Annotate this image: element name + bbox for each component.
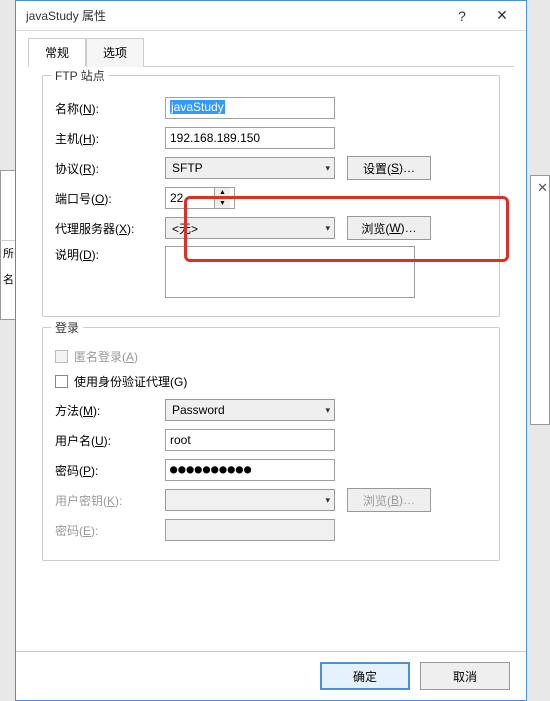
user-label: 用户名(U): [55, 432, 165, 449]
port-input[interactable] [166, 188, 214, 208]
window-title: javaStudy 属性 [26, 7, 442, 24]
close-button[interactable]: ✕ [482, 2, 522, 30]
bg-close-icon: ✕ [537, 180, 548, 196]
ftp-group: FTP 站点 名称(N): javaStudy 主机(H): 协议(R): SF… [42, 75, 500, 317]
host-label: 主机(H): [55, 130, 165, 147]
properties-dialog: javaStudy 属性 ? ✕ 常规 选项 FTP 站点 名称(N): jav… [15, 0, 527, 701]
pwd2-label: 密码(E): [55, 522, 165, 539]
name-input[interactable]: javaStudy [165, 97, 335, 119]
useauth-checkbox-row[interactable]: 使用身份验证代理(G) [55, 373, 487, 390]
chevron-down-icon: ▾ [325, 405, 330, 416]
pwd-input[interactable]: ●●●●●●●●●● [165, 459, 335, 481]
useauth-label: 使用身份验证代理(G) [74, 373, 187, 390]
cancel-button[interactable]: 取消 [420, 662, 510, 690]
pwd2-input [165, 519, 335, 541]
anon-checkbox-row[interactable]: 匿名登录(A) [55, 348, 487, 365]
name-label: 名称(N): [55, 100, 165, 117]
titlebar: javaStudy 属性 ? ✕ [16, 1, 526, 31]
user-input[interactable] [165, 429, 335, 451]
chevron-down-icon: ▾ [325, 223, 330, 234]
checkbox-icon [55, 350, 68, 363]
dialog-footer: 确定 取消 [16, 651, 526, 700]
port-spinner[interactable]: ▲ ▼ [165, 187, 235, 209]
protocol-select[interactable]: SFTP ▾ [165, 157, 335, 179]
proxy-select[interactable]: <无> ▾ [165, 217, 335, 239]
pwd-label: 密码(P): [55, 462, 165, 479]
tabs: 常规 选项 [28, 37, 514, 67]
method-value: Password [172, 403, 225, 417]
tab-options[interactable]: 选项 [86, 38, 144, 67]
host-input[interactable] [165, 127, 335, 149]
method-label: 方法(M): [55, 402, 165, 419]
userkey-select: ▾ [165, 489, 335, 511]
login-legend: 登录 [51, 319, 83, 336]
login-group: 登录 匿名登录(A) 使用身份验证代理(G) 方法(M): Password ▾… [42, 327, 500, 561]
userkey-label: 用户密钥(K): [55, 492, 165, 509]
ftp-legend: FTP 站点 [51, 67, 109, 84]
protocol-label: 协议(R): [55, 160, 165, 177]
chevron-down-icon: ▾ [325, 495, 330, 506]
port-label: 端口号(O): [55, 190, 165, 207]
background-panel-right [530, 175, 550, 425]
desc-textarea[interactable] [165, 246, 415, 298]
port-up-icon[interactable]: ▲ [215, 188, 230, 199]
browse2-button: 浏览(B)… [347, 488, 431, 512]
ok-button[interactable]: 确定 [320, 662, 410, 690]
proxy-label: 代理服务器(X): [55, 220, 165, 237]
chevron-down-icon: ▾ [325, 163, 330, 174]
tab-general[interactable]: 常规 [28, 38, 86, 67]
help-button[interactable]: ? [442, 2, 482, 30]
method-select[interactable]: Password ▾ [165, 399, 335, 421]
browse-button[interactable]: 浏览(W)… [347, 216, 431, 240]
desc-label: 说明(D): [55, 246, 165, 263]
protocol-value: SFTP [172, 161, 203, 175]
checkbox-icon [55, 375, 68, 388]
proxy-value: <无> [172, 220, 198, 237]
settings-button[interactable]: 设置(S)… [347, 156, 431, 180]
anon-label: 匿名登录(A) [74, 348, 138, 365]
port-down-icon[interactable]: ▼ [215, 199, 230, 209]
